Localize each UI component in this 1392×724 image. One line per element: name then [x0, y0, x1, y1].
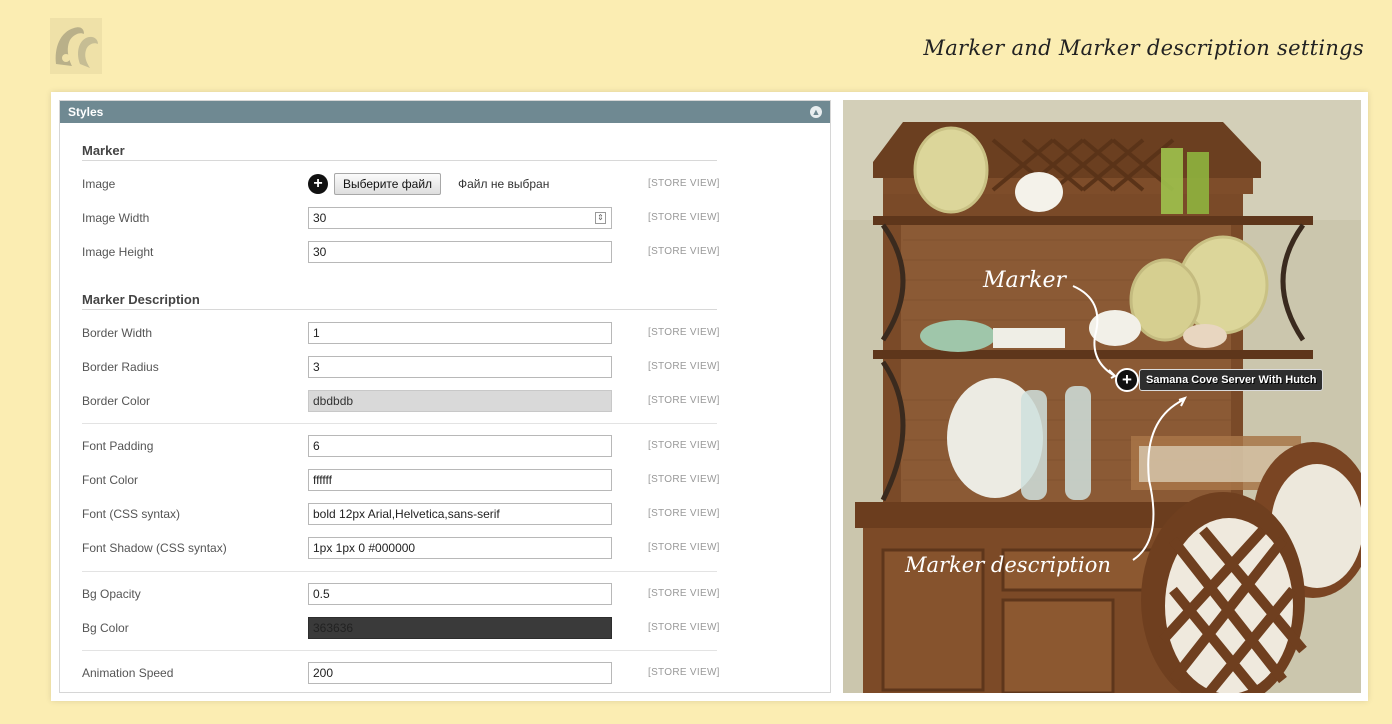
font-color-label: Font Color	[82, 473, 139, 487]
image-width-row: Image Width 30 ⇕ [STORE VIEW]	[60, 207, 830, 231]
font-color-row: Font Color ffffff [STORE VIEW]	[60, 469, 830, 493]
border-color-label: Border Color	[82, 394, 151, 408]
image-label: Image	[82, 177, 116, 191]
file-status-text: Файл не выбран	[458, 177, 550, 191]
section-divider	[82, 309, 717, 310]
border-width-row: Border Width 1 [STORE VIEW]	[60, 322, 830, 346]
hotspot-marker-icon[interactable]: +	[1115, 368, 1139, 392]
furniture-illustration	[843, 100, 1361, 693]
content-frame: Styles ▲ Marker Image + Выберите файл Фа…	[51, 92, 1368, 701]
font-color-input[interactable]: ffffff	[308, 469, 612, 491]
scope-label: [STORE VIEW]	[648, 474, 720, 485]
border-radius-row: Border Radius 3 [STORE VIEW]	[60, 356, 830, 380]
bg-color-input[interactable]: 363636	[308, 617, 612, 639]
animation-speed-input[interactable]: 200	[308, 662, 612, 684]
animation-speed-label: Animation Speed	[82, 666, 174, 680]
image-width-value: 30	[313, 211, 327, 225]
brand-logo-icon	[50, 18, 102, 74]
group-divider	[82, 650, 717, 651]
collapse-icon[interactable]: ▲	[810, 106, 822, 118]
preview-photo: Marker Marker description + Samana Cove …	[843, 100, 1361, 693]
border-color-input[interactable]: dbdbdb	[308, 390, 612, 412]
font-shadow-label: Font Shadow (CSS syntax)	[82, 541, 227, 555]
font-padding-label: Font Padding	[82, 439, 154, 453]
image-width-label: Image Width	[82, 211, 150, 225]
marker-description-tooltip: Samana Cove Server With Hutch	[1139, 369, 1324, 391]
scope-label: [STORE VIEW]	[648, 395, 720, 406]
border-width-label: Border Width	[82, 326, 153, 340]
animation-speed-row: Animation Speed 200 [STORE VIEW]	[60, 662, 830, 686]
scope-label: [STORE VIEW]	[648, 588, 720, 599]
scope-label: [STORE VIEW]	[648, 361, 720, 372]
font-css-row: Font (CSS syntax) bold 12px Arial,Helvet…	[60, 503, 830, 527]
scope-label: [STORE VIEW]	[648, 508, 720, 519]
bg-opacity-input[interactable]: 0.5	[308, 583, 612, 605]
font-css-label: Font (CSS syntax)	[82, 507, 181, 521]
styles-panel: Styles ▲ Marker Image + Выберите файл Фа…	[59, 100, 831, 693]
scope-label: [STORE VIEW]	[648, 246, 720, 257]
image-height-input[interactable]: 30	[308, 241, 612, 263]
styles-panel-header[interactable]: Styles ▲	[60, 101, 830, 123]
styles-panel-title: Styles	[68, 105, 104, 119]
bg-opacity-label: Bg Opacity	[82, 587, 141, 601]
spinner-icon[interactable]: ⇕	[595, 212, 606, 224]
scope-label: [STORE VIEW]	[648, 622, 720, 633]
group-divider	[82, 423, 717, 424]
choose-file-button[interactable]: Выберите файл	[334, 173, 442, 195]
image-width-input[interactable]: 30 ⇕	[308, 207, 612, 229]
bg-opacity-row: Bg Opacity 0.5 [STORE VIEW]	[60, 583, 830, 607]
image-height-label: Image Height	[82, 245, 154, 259]
group-divider	[82, 571, 717, 572]
font-css-input[interactable]: bold 12px Arial,Helvetica,sans-serif	[308, 503, 612, 525]
scope-label: [STORE VIEW]	[648, 667, 720, 678]
scope-label: [STORE VIEW]	[648, 178, 720, 189]
plus-circle-icon: +	[308, 174, 328, 194]
border-radius-input[interactable]: 3	[308, 356, 612, 378]
border-color-row: Border Color dbdbdb [STORE VIEW]	[60, 390, 830, 414]
section-title-marker: Marker	[82, 143, 125, 158]
image-height-row: Image Height 30 [STORE VIEW]	[60, 241, 830, 265]
scope-label: [STORE VIEW]	[648, 212, 720, 223]
scope-label: [STORE VIEW]	[648, 440, 720, 451]
marker-annotation: Marker	[983, 268, 1067, 293]
font-padding-input[interactable]: 6	[308, 435, 612, 457]
image-row: Image + Выберите файл Файл не выбран [ST…	[60, 173, 830, 197]
bg-color-label: Bg Color	[82, 621, 129, 635]
border-radius-label: Border Radius	[82, 360, 159, 374]
font-shadow-row: Font Shadow (CSS syntax) 1px 1px 0 #0000…	[60, 537, 830, 561]
font-shadow-input[interactable]: 1px 1px 0 #000000	[308, 537, 612, 559]
border-width-input[interactable]: 1	[308, 322, 612, 344]
marker-description-annotation: Marker description	[905, 553, 1111, 577]
scope-label: [STORE VIEW]	[648, 327, 720, 338]
page-title: Marker and Marker description settings	[923, 36, 1364, 60]
font-padding-row: Font Padding 6 [STORE VIEW]	[60, 435, 830, 459]
scope-label: [STORE VIEW]	[648, 542, 720, 553]
section-title-marker-description: Marker Description	[82, 292, 200, 307]
bg-color-row: Bg Color 363636 [STORE VIEW]	[60, 617, 830, 641]
section-divider	[82, 160, 717, 161]
